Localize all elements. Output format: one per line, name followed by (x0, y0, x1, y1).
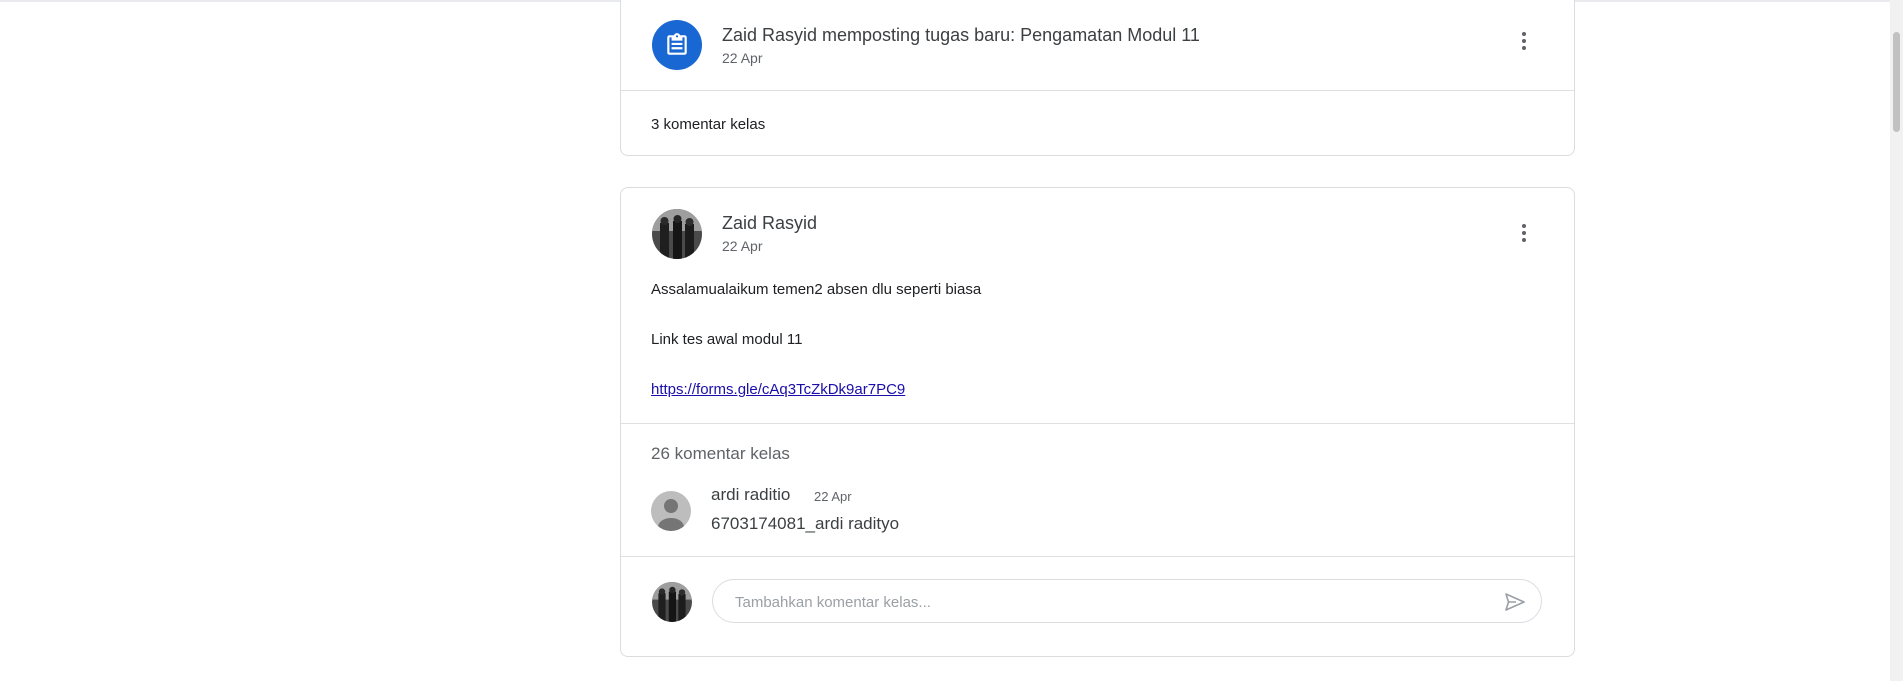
assignment-post-date: 22 Apr (722, 50, 763, 66)
comment-input[interactable] (733, 580, 1497, 624)
post-author-name: Zaid Rasyid (722, 213, 818, 233)
post-body: Assalamualaikum temen2 absen dlu seperti… (621, 277, 1574, 423)
class-comments-link[interactable]: 3 komentar kelas (621, 91, 1574, 133)
more-vert-icon[interactable] (1512, 221, 1536, 245)
comment-author: ardi raditio (711, 485, 791, 504)
post-text-line: Assalamualaikum temen2 absen dlu seperti… (651, 281, 982, 298)
send-icon[interactable] (1503, 590, 1527, 614)
announcement-post-header: Zaid Rasyid 22 Apr (621, 188, 1574, 277)
author-avatar (652, 209, 702, 259)
reply-row (621, 557, 1574, 648)
comment-text: 6703174081_ardi radityo (711, 514, 900, 533)
assignment-icon (652, 20, 702, 70)
assignment-post-title[interactable]: Zaid Rasyid memposting tugas baru: Penga… (722, 25, 1200, 46)
post-link[interactable]: https://forms.gle/cAq3TcZkDk9ar7PC9 (651, 381, 905, 398)
assignment-post-card: Zaid Rasyid memposting tugas baru: Penga… (620, 0, 1575, 156)
comment-item: ardi raditio 22 Apr 6703174081_ardi radi… (621, 479, 1574, 556)
default-avatar-icon (651, 491, 691, 531)
more-vert-icon[interactable] (1512, 29, 1536, 53)
post-date: 22 Apr (722, 238, 763, 254)
scrollbar-thumb[interactable] (1893, 32, 1900, 132)
post-text-line: Link tes awal modul 11 (651, 331, 803, 348)
comment-date: 22 Apr (814, 489, 852, 504)
class-comments-header[interactable]: 26 komentar kelas (621, 424, 1574, 479)
comment-input-box[interactable] (712, 579, 1542, 624)
announcement-post-card: Zaid Rasyid 22 Apr Assalamualaikum temen… (620, 187, 1575, 657)
current-user-avatar (652, 582, 692, 622)
assignment-post-header[interactable]: Zaid Rasyid memposting tugas baru: Penga… (621, 0, 1574, 90)
scrollbar[interactable] (1890, 0, 1903, 681)
